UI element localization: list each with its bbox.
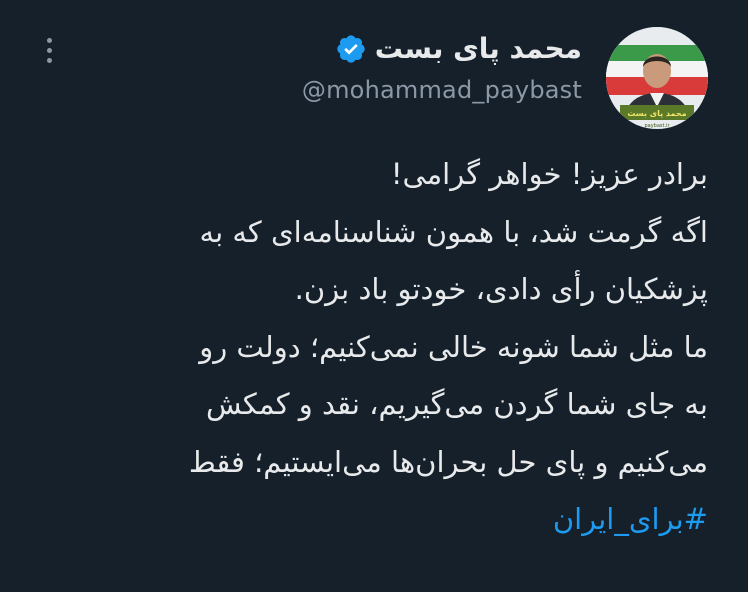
tweet-text-line: برادر عزیز! خواهر گرامی! [390,157,708,191]
tweet-text-line: پزشکیان رأی دادی، خودتو باد بزن. [294,272,708,306]
author-name-row: محمد پای بست [182,30,582,68]
more-options-button[interactable] [36,30,62,70]
verified-badge-icon [335,33,367,65]
hashtag-link[interactable]: #برای_ایران [28,491,708,549]
more-dot-icon [46,37,52,43]
tweet-text-line: می‌کنیم و پای حل بحران‌ها می‌ایستیم؛ فقط [188,444,708,479]
tweet-text-line: اگه گرمت شد، با همون شناسنامه‌ای که به [199,214,708,249]
more-dot-icon [46,47,52,53]
avatar-image: محمد پای بست paybast.ir [606,27,708,129]
author-display-name[interactable]: محمد پای بست [375,30,582,68]
more-dot-icon [46,57,52,63]
tweet-text-line: به جای شما گردن می‌گیریم، نقد و کمکش [205,387,708,421]
tweet-card: محمد پای بست paybast.ir محمد پای بست @mo… [0,0,748,592]
author-handle[interactable]: @mohammad_paybast [182,76,582,104]
avatar-banner-subtext: paybast.ir [644,123,670,129]
tweet-text-line: ما مثل شما شونه خالی نمی‌کنیم؛ دولت رو [199,329,708,364]
tweet-text: برادر عزیز! خواهر گرامی! اگه گرمت شد، با… [28,146,708,549]
tweet-header: محمد پای بست @mohammad_paybast [182,30,582,104]
avatar[interactable]: محمد پای بست paybast.ir [606,27,708,129]
avatar-banner-text: محمد پای بست [627,109,686,118]
